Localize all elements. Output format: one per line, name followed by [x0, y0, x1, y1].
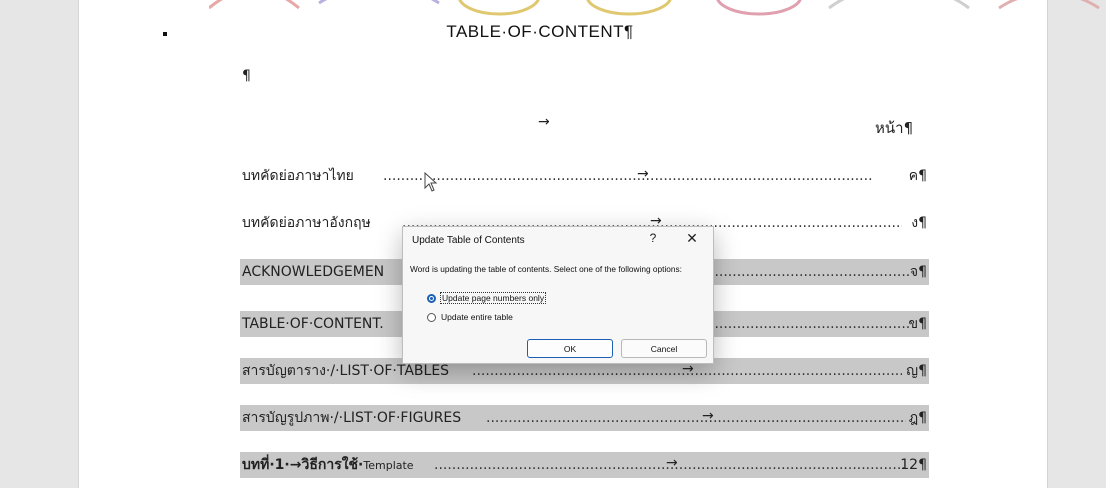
ok-button[interactable]: OK: [527, 339, 613, 358]
option-update-entire-table[interactable]: Update entire table: [427, 310, 513, 324]
toc-page-number: ค¶: [908, 168, 927, 184]
tab-arrow: →: [637, 166, 649, 182]
toc-page-number: จ¶: [909, 264, 927, 280]
option-update-page-numbers[interactable]: Update page numbers only: [427, 291, 547, 305]
dialog-message: Word is updating the table of contents. …: [410, 264, 682, 274]
toc-entry-label: บทคัดย่อภาษาอังกฤษ: [242, 215, 371, 231]
toc-dot-leader: ........................................…: [486, 410, 906, 426]
watermark-seal-graphic: [209, 0, 1100, 16]
tab-arrow: →: [666, 455, 678, 471]
toc-page-number: 12¶: [900, 457, 927, 473]
toc-entry-label: บทคัดย่อภาษาไทย: [242, 168, 354, 184]
toc-entry-label: สารบัญรูปภาพ·/·LIST·OF·FIGURES: [242, 410, 462, 426]
toc-dot-leader: ........................................…: [710, 316, 910, 332]
toc-entry-label: บทที่·1·→วิธีการใช้·Template: [242, 452, 414, 478]
help-icon[interactable]: ?: [645, 231, 661, 245]
toc-entry[interactable]: บทที่·1·→วิธีการใช้·Template ...........…: [240, 452, 929, 478]
radio-selected-icon[interactable]: [427, 293, 436, 303]
toc-page-number: ฎ¶: [908, 410, 927, 426]
cancel-button[interactable]: Cancel: [621, 339, 707, 358]
option-label: Update page numbers only: [439, 292, 547, 304]
list-bullet-mark: [163, 32, 167, 36]
close-icon[interactable]: ✕: [683, 230, 701, 247]
toc-entry[interactable]: สารบัญรูปภาพ·/·LIST·OF·FIGURES .........…: [240, 405, 929, 431]
toc-dot-leader: ........................................…: [710, 264, 910, 280]
toc-page-number: ญ¶: [906, 363, 927, 379]
mouse-pointer-icon: [424, 172, 438, 192]
toc-page-number: ข¶: [908, 316, 927, 332]
radio-unselected-icon[interactable]: [427, 312, 436, 322]
dialog-title: Update Table of Contents: [412, 235, 525, 246]
toc-entry-label: ACKNOWLEDGEMEN: [242, 264, 385, 280]
workspace-left-margin: [0, 0, 78, 488]
option-label: Update entire table: [441, 312, 513, 322]
toc-entry-label: TABLE·OF·CONTENT.: [242, 316, 384, 332]
update-toc-dialog: Update Table of Contents ? ✕ Word is upd…: [402, 226, 714, 364]
toc-page-number: ง¶: [911, 215, 927, 231]
empty-paragraph-mark: ¶: [242, 68, 251, 84]
tab-arrow: →: [702, 408, 714, 424]
chapter-label-suffix: Template: [363, 459, 414, 472]
tab-arrow: →: [538, 114, 550, 130]
toc-heading: TABLE·OF·CONTENT¶: [446, 22, 634, 41]
toc-entry[interactable]: บทคัดย่อภาษาไทย ........................…: [240, 163, 929, 189]
chapter-label: บทที่·1·→วิธีการใช้·: [242, 457, 364, 473]
page-column-label: หน้า¶: [875, 119, 914, 137]
workspace-right-margin: [1046, 0, 1106, 488]
toc-dot-leader: ........................................…: [383, 168, 873, 184]
